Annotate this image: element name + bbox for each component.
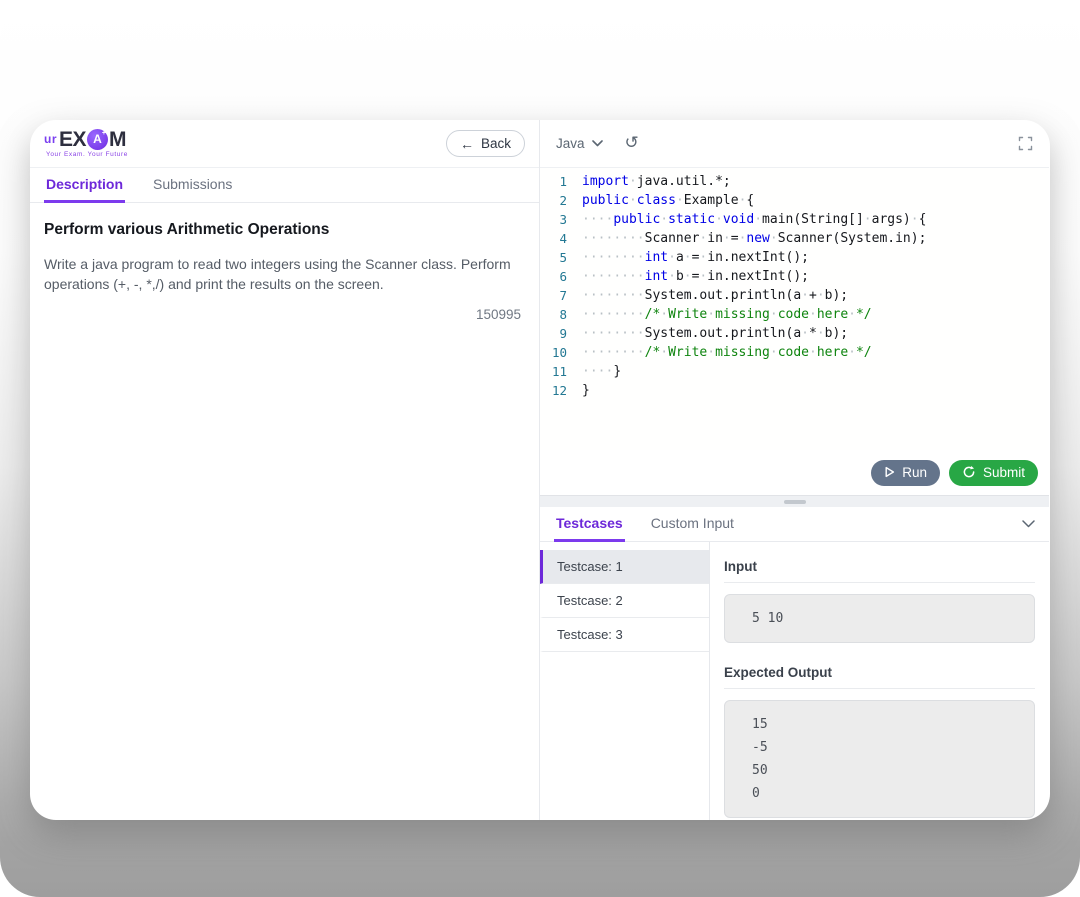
line-number: 11	[540, 362, 582, 381]
back-button-label: Back	[481, 136, 511, 151]
code-line[interactable]: 8········/*·Write·missing·code·here·*/	[540, 305, 1049, 324]
left-arrow-icon: ←	[460, 137, 474, 151]
line-number: 8	[540, 305, 582, 324]
logo-ex: EX	[59, 129, 86, 150]
code-text: ········Scanner·in·=·new·Scanner(System.…	[582, 229, 926, 248]
problem-id: 150995	[44, 307, 523, 322]
submit-button[interactable]: Submit	[949, 460, 1038, 486]
code-text: ········int·b·=·in.nextInt();	[582, 267, 809, 286]
exam-window: ur EX A + M Your Exam. Your Future ← Bac…	[30, 120, 1050, 820]
code-text: ········System.out.println(a·+·b);	[582, 286, 848, 305]
line-number: 10	[540, 343, 582, 362]
input-value-box: 5 10	[724, 594, 1035, 643]
logo-a-plus-badge: A +	[87, 129, 108, 150]
code-text: ····}	[582, 362, 621, 381]
language-selector[interactable]: Java	[556, 136, 603, 151]
expected-output-line: 15	[752, 713, 1018, 736]
run-button[interactable]: Run	[871, 460, 940, 486]
tab-submissions[interactable]: Submissions	[151, 168, 234, 203]
tab-testcases[interactable]: Testcases	[554, 507, 625, 542]
collapse-panel-button[interactable]	[1022, 520, 1035, 528]
line-number: 3	[540, 210, 582, 229]
testcase-detail: Input 5 10 Expected Output 15-5500	[710, 542, 1049, 820]
play-icon	[884, 466, 895, 478]
line-number: 6	[540, 267, 582, 286]
code-line[interactable]: 10········/*·Write·missing·code·here·*/	[540, 343, 1049, 362]
testcase-list: Testcase: 1 Testcase: 2 Testcase: 3	[540, 542, 710, 820]
code-line[interactable]: 1import·java.util.*;	[540, 172, 1049, 191]
testcase-body: Testcase: 1 Testcase: 2 Testcase: 3 Inpu…	[540, 542, 1049, 820]
code-text: ········int·a·=·in.nextInt();	[582, 248, 809, 267]
background-gradient: ur EX A + M Your Exam. Your Future ← Bac…	[0, 0, 1080, 897]
line-number: 1	[540, 172, 582, 191]
chevron-down-icon	[592, 140, 603, 147]
code-text: ········/*·Write·missing·code·here·*/	[582, 305, 872, 324]
code-line[interactable]: 5········int·a·=·in.nextInt();	[540, 248, 1049, 267]
expected-output-label: Expected Output	[724, 658, 1035, 689]
code-editor[interactable]: 1import·java.util.*;2public·class·Exampl…	[540, 168, 1049, 450]
code-text: ········System.out.println(a·*·b);	[582, 324, 848, 343]
line-number: 12	[540, 381, 582, 400]
code-lines: 1import·java.util.*;2public·class·Exampl…	[540, 172, 1049, 400]
splitter-handle-icon[interactable]	[784, 500, 806, 504]
problem-tabs: Description Submissions	[30, 168, 539, 203]
tab-custom-input[interactable]: Custom Input	[649, 507, 736, 542]
run-button-label: Run	[902, 465, 927, 480]
line-number: 2	[540, 191, 582, 210]
code-line[interactable]: 7········System.out.println(a·+·b);	[540, 286, 1049, 305]
logo-badge-plus: +	[102, 130, 106, 137]
reset-code-icon[interactable]: ↺	[625, 134, 639, 151]
code-line[interactable]: 12}	[540, 381, 1049, 400]
upload-arrow-icon	[962, 465, 976, 479]
code-text: import·java.util.*;	[582, 172, 731, 191]
code-text: ····public·static·void·main(String[]·arg…	[582, 210, 926, 229]
code-line[interactable]: 11····}	[540, 362, 1049, 381]
problem-description: Write a java program to read two integer…	[44, 254, 523, 295]
fullscreen-icon[interactable]	[1018, 136, 1033, 151]
editor-header: Java ↺	[540, 120, 1049, 168]
code-text: ········/*·Write·missing·code·here·*/	[582, 343, 872, 362]
testcase-tabs: Testcases Custom Input	[540, 507, 1049, 542]
testcase-item-3[interactable]: Testcase: 3	[540, 618, 709, 652]
testcase-item-2[interactable]: Testcase: 2	[540, 584, 709, 618]
submit-button-label: Submit	[983, 465, 1025, 480]
expected-output-line: -5	[752, 736, 1018, 759]
logo-m: M	[109, 129, 126, 150]
expected-output-line: 0	[752, 782, 1018, 805]
panel-splitter[interactable]	[540, 495, 1049, 507]
line-number: 5	[540, 248, 582, 267]
code-line[interactable]: 4········Scanner·in·=·new·Scanner(System…	[540, 229, 1049, 248]
code-line[interactable]: 9········System.out.println(a·*·b);	[540, 324, 1049, 343]
code-line[interactable]: 3····public·static·void·main(String[]·ar…	[540, 210, 1049, 229]
expected-output-box: 15-5500	[724, 700, 1035, 818]
logo-tagline: Your Exam. Your Future	[44, 152, 128, 159]
code-text: }	[582, 381, 590, 400]
expected-output-line: 50	[752, 759, 1018, 782]
back-button[interactable]: ← Back	[446, 130, 525, 157]
language-value: Java	[556, 136, 585, 151]
editor-panel: Java ↺ 1import·java.util.*;2public·class…	[540, 120, 1049, 820]
code-line[interactable]: 2public·class·Example·{	[540, 191, 1049, 210]
problem-title: Perform various Arithmetic Operations	[44, 221, 523, 239]
code-text: public·class·Example·{	[582, 191, 754, 210]
chevron-down-icon	[1022, 520, 1035, 528]
logo-badge-letter: A	[93, 133, 102, 145]
problem-panel: ur EX A + M Your Exam. Your Future ← Bac…	[30, 120, 540, 820]
logo-prefix: ur	[44, 133, 57, 145]
input-label: Input	[724, 552, 1035, 583]
code-line[interactable]: 6········int·b·=·in.nextInt();	[540, 267, 1049, 286]
testcase-item-1[interactable]: Testcase: 1	[540, 550, 709, 584]
problem-content: Perform various Arithmetic Operations Wr…	[30, 203, 539, 322]
line-number: 4	[540, 229, 582, 248]
editor-actions: Run Submit	[540, 450, 1049, 495]
logo-wordmark: ur EX A + M	[44, 129, 128, 150]
problem-panel-header: ur EX A + M Your Exam. Your Future ← Bac…	[30, 120, 539, 168]
tab-description[interactable]: Description	[44, 168, 125, 203]
urexam-logo: ur EX A + M Your Exam. Your Future	[44, 129, 128, 159]
line-number: 7	[540, 286, 582, 305]
line-number: 9	[540, 324, 582, 343]
